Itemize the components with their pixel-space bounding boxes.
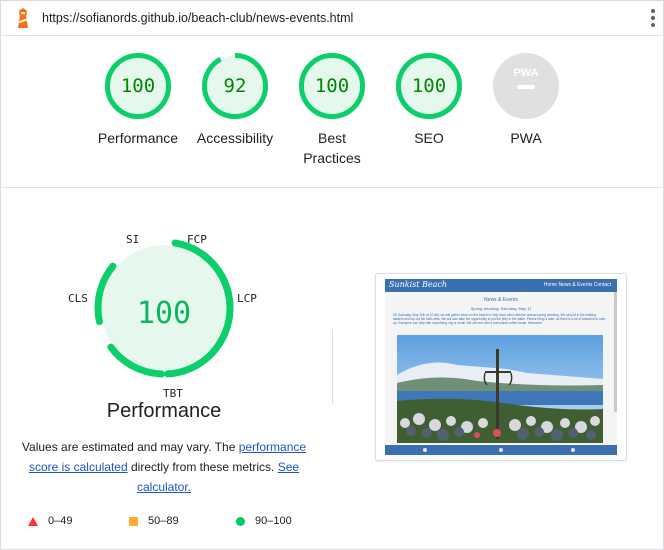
- kebab-menu-icon[interactable]: [650, 9, 656, 27]
- gauge-best-practices[interactable]: 100 Best Practices: [282, 52, 382, 168]
- gauge-ring: 100: [299, 53, 365, 119]
- pwa-icon: PWA: [493, 53, 559, 119]
- triangle-icon: [28, 516, 38, 526]
- square-icon: [129, 516, 138, 526]
- gauge-accessibility[interactable]: 92 Accessibility: [185, 52, 285, 148]
- gauge-score: 100: [412, 75, 446, 97]
- legend-pass: 90–100: [236, 515, 292, 531]
- screenshot-heading: News & Events: [484, 297, 518, 303]
- pwa-badge-text: PWA: [513, 67, 538, 79]
- legend-average: 50–89: [129, 515, 179, 531]
- gauge-score: 92: [224, 75, 247, 97]
- gauge-performance[interactable]: 100 Performance: [88, 52, 188, 148]
- screenshot-paragraph: On Saturday, May 11th at 10 AM, we will …: [393, 313, 606, 326]
- screenshot-subheading: Spring cleaning: Saturday, May 11: [470, 306, 532, 311]
- screenshot-brand: Sunkist Beach: [389, 280, 448, 289]
- screenshot-photo: [397, 335, 603, 443]
- report-url-bar: https://sofianords.github.io/beach-club/…: [0, 0, 664, 36]
- screenshot-nav-links: Home News & Events Contact: [543, 282, 611, 288]
- gauge-label: Best Practices: [303, 130, 361, 166]
- metric-label-tbt: TBT: [163, 387, 183, 400]
- legend-range: 90–100: [255, 515, 292, 528]
- report-url-link[interactable]: https://sofianords.github.io/beach-club/…: [42, 11, 353, 25]
- category-gauges: 100 Performance 92 Accessibility 100 Bes…: [0, 36, 664, 188]
- gauge-label: PWA: [510, 130, 542, 146]
- gauge-seo[interactable]: 100 SEO: [379, 52, 479, 148]
- gauge-ring: 92: [202, 53, 268, 119]
- note-text: directly from these metrics.: [127, 460, 278, 474]
- note-text: Values are estimated and may vary. The: [21, 440, 239, 454]
- performance-score: 100: [137, 296, 191, 331]
- screenshot-navbar: Sunkist Beach Home News & Events Contact: [385, 279, 617, 292]
- gauge-label: Accessibility: [196, 130, 274, 146]
- metrics-note: Values are estimated and may vary. The p…: [18, 437, 310, 497]
- performance-gauge[interactable]: 100: [92, 228, 236, 398]
- performance-title: Performance: [106, 400, 222, 422]
- metric-label-cls: CLS: [68, 292, 88, 305]
- screenshot-scrollbar: [614, 292, 617, 412]
- section-divider: [332, 330, 333, 404]
- screenshot-footer: [385, 445, 617, 455]
- metric-label-lcp: LCP: [237, 292, 257, 305]
- gauge-label: Performance: [97, 130, 179, 146]
- metric-label-fcp: FCP: [187, 233, 207, 246]
- gauge-pwa[interactable]: PWA PWA: [476, 52, 576, 148]
- lighthouse-icon: [18, 8, 28, 28]
- gauge-ring: 100: [396, 53, 462, 119]
- final-screenshot[interactable]: Sunkist Beach Home News & Events Contact…: [375, 273, 627, 461]
- metric-label-si: SI: [126, 233, 140, 246]
- legend-range: 0–49: [48, 515, 73, 528]
- legend-range: 50–89: [148, 515, 179, 528]
- screenshot-page: Sunkist Beach Home News & Events Contact…: [385, 279, 617, 455]
- legend-fail: 0–49: [28, 515, 72, 531]
- circle-icon: [236, 516, 245, 526]
- gauge-ring: 100: [105, 53, 171, 119]
- gauge-label: SEO: [414, 130, 444, 146]
- gauge-score: 100: [315, 75, 349, 97]
- gauge-score: 100: [121, 75, 155, 97]
